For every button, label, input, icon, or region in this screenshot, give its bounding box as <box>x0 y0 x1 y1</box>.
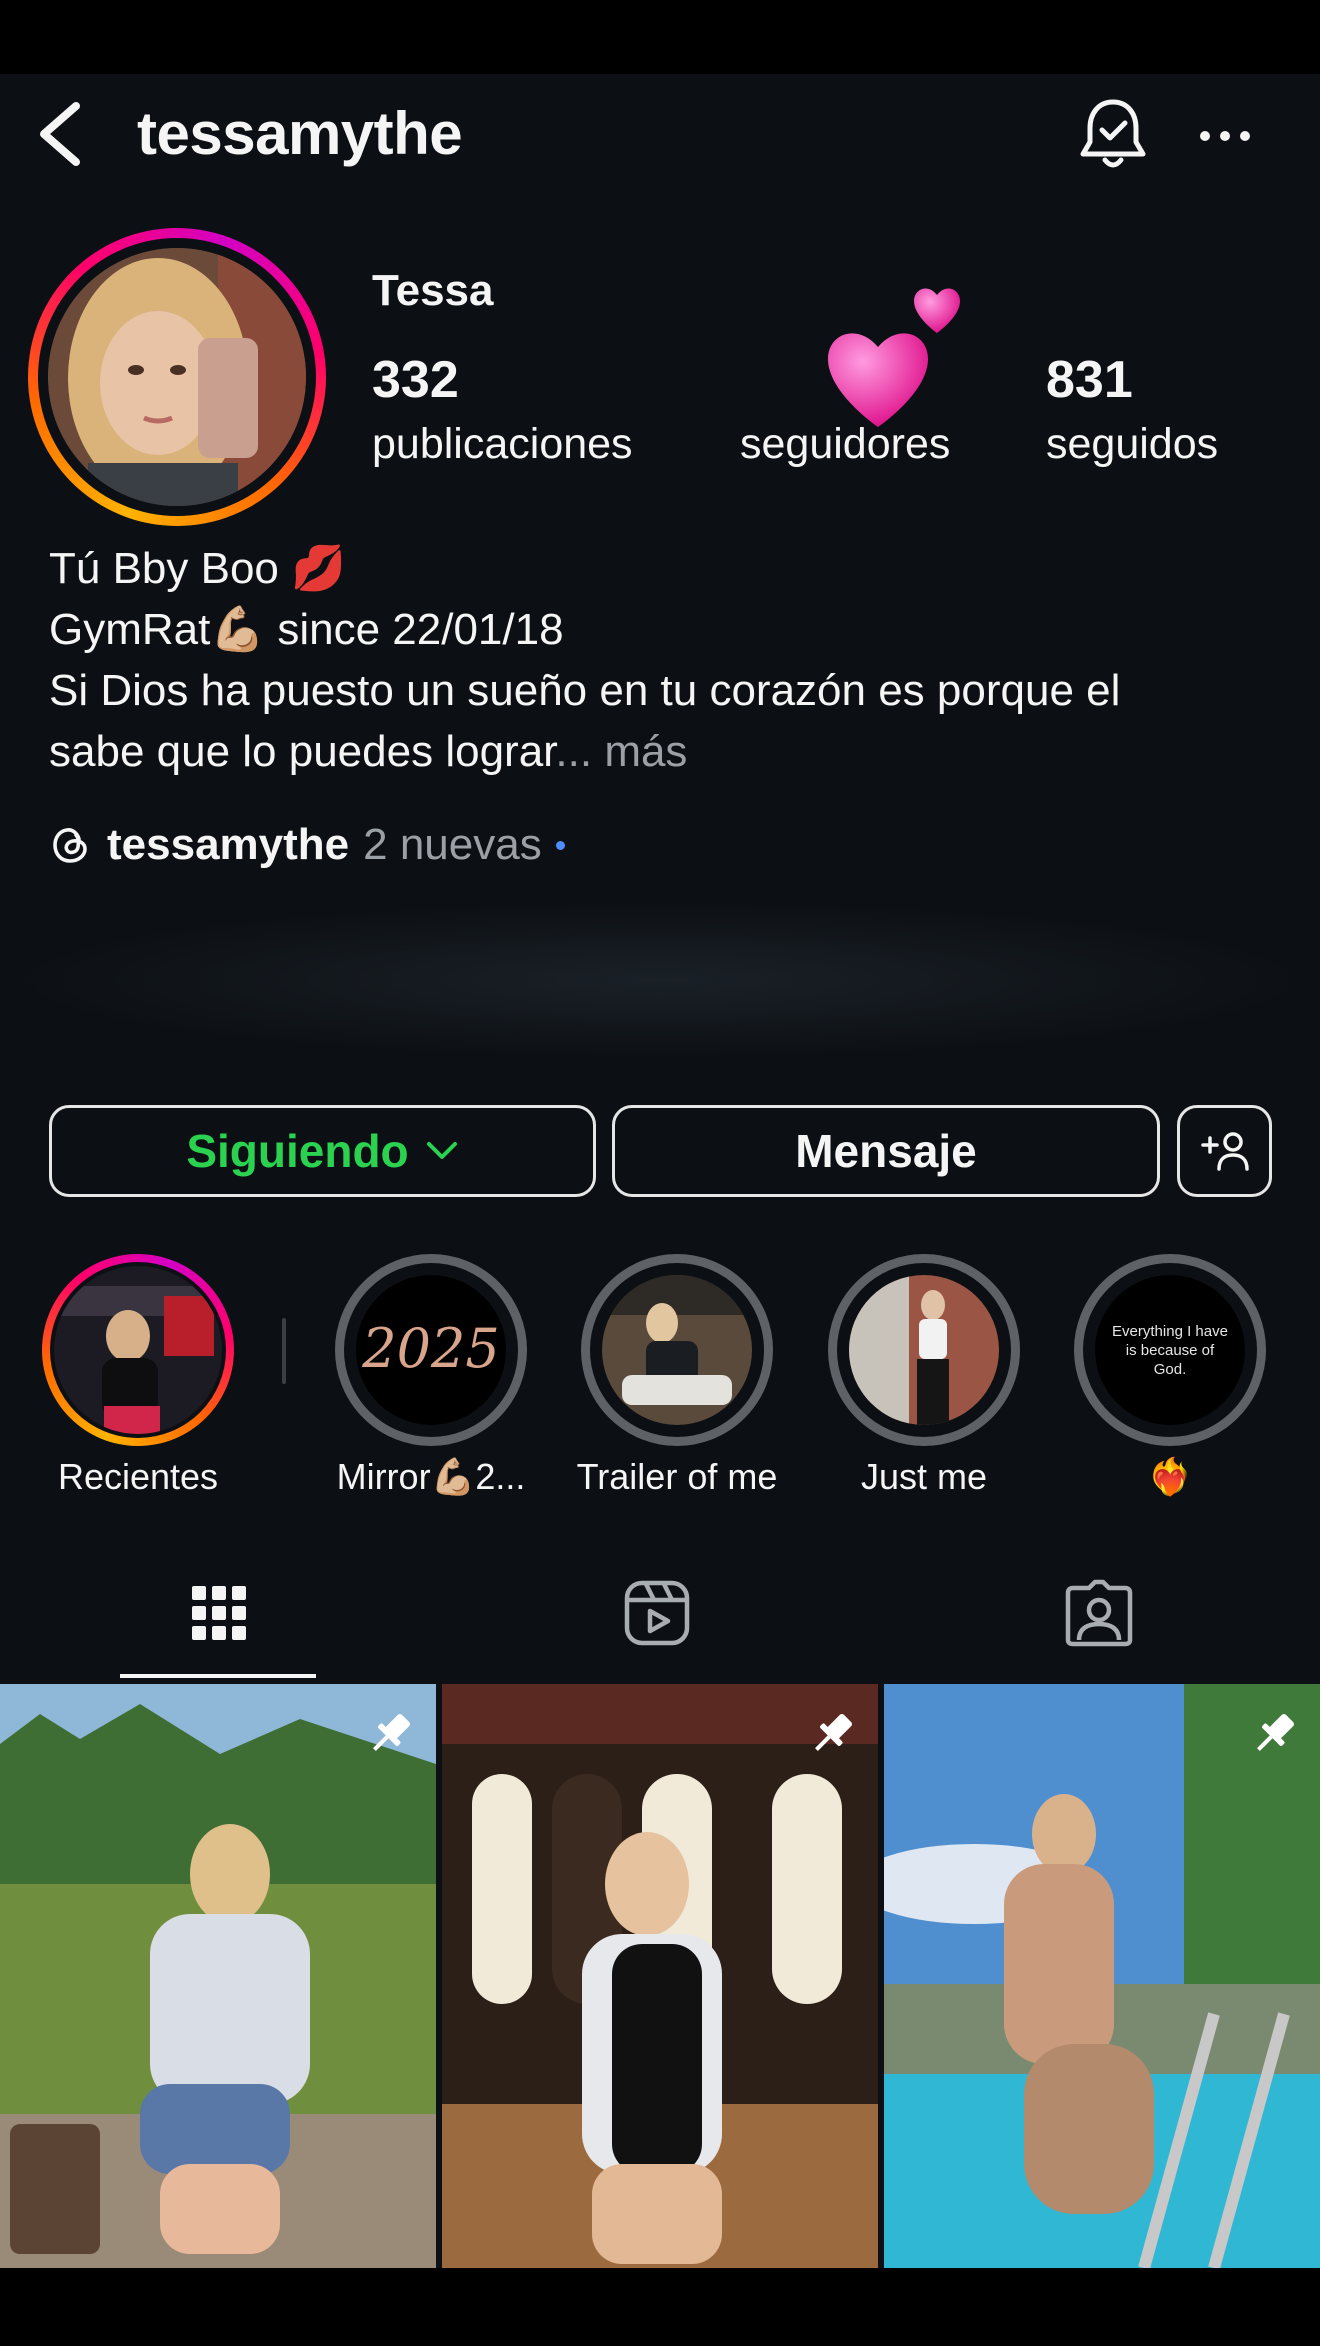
bio-line: Si Dios ha puesto un sueño en tu corazón… <box>49 666 1121 715</box>
grid-post[interactable] <box>0 1684 436 2268</box>
message-button[interactable]: Mensaje <box>612 1105 1160 1197</box>
display-name: Tessa <box>372 266 494 315</box>
bio-line: sabe que lo puedes lograr <box>49 727 556 776</box>
highlight-recientes[interactable] <box>42 1254 234 1446</box>
threads-icon <box>53 828 87 863</box>
new-indicator-dot <box>555 840 565 850</box>
message-button-label: Mensaje <box>795 1125 977 1177</box>
threads-badge[interactable]: tessamythe 2 nuevas <box>49 820 565 870</box>
highlight-label: Mirror💪🏼2... <box>336 1456 526 1497</box>
blurred-region <box>0 900 1320 1060</box>
highlight-cover-text: Everything I have is because of God. <box>1112 1322 1228 1378</box>
following-button[interactable]: Siguiendo <box>49 1105 596 1197</box>
highlight-just-me[interactable] <box>828 1254 1020 1446</box>
chevron-down-icon <box>426 1142 457 1159</box>
following-label[interactable]: seguidos <box>1046 420 1218 469</box>
following-button-label: Siguiendo <box>186 1125 409 1177</box>
profile-avatar[interactable] <box>48 248 306 506</box>
highlight-label: Trailer of me <box>576 1456 778 1497</box>
highlight-heart[interactable]: Everything I have is because of God. <box>1074 1254 1266 1446</box>
highlight-cover: Everything I have is because of God. <box>1095 1275 1245 1425</box>
hearts-sticker-icon <box>828 288 960 427</box>
highlight-cover-text: 2025 <box>362 1317 500 1380</box>
profile-bio: Tú Bby Boo 💋 GymRat💪🏼 since 22/01/18 Si … <box>49 538 1289 782</box>
threads-username: tessamythe <box>107 820 350 869</box>
status-bar <box>0 0 1320 74</box>
grid-icon[interactable] <box>184 1578 254 1648</box>
pin-icon <box>373 1714 410 1751</box>
highlight-mirror[interactable]: 2025 <box>335 1254 527 1446</box>
grid-post[interactable] <box>884 1684 1320 2268</box>
highlights-divider <box>282 1318 286 1384</box>
grid-post[interactable] <box>442 1684 878 2268</box>
active-tab-indicator <box>120 1674 316 1678</box>
highlight-cover <box>602 1275 752 1425</box>
profile-username: tessamythe <box>137 100 463 167</box>
threads-new-count: 2 nuevas <box>363 820 542 869</box>
pin-icon <box>1257 1714 1294 1751</box>
add-person-icon <box>1200 1132 1249 1171</box>
highlight-trailer[interactable] <box>581 1254 773 1446</box>
highlight-label: ❤️‍🔥 <box>1147 1456 1193 1497</box>
highlight-cover <box>54 1266 222 1434</box>
pin-icon <box>815 1714 852 1751</box>
highlight-label: Just me <box>860 1456 988 1497</box>
notifications-bell-icon[interactable] <box>1078 96 1148 172</box>
posts-label[interactable]: publicaciones <box>372 420 633 469</box>
reels-icon[interactable] <box>622 1578 692 1648</box>
bio-ellipsis: ... <box>555 727 593 776</box>
highlight-label: Recientes <box>57 1456 219 1497</box>
back-arrow-icon[interactable] <box>34 98 86 170</box>
bio-line: GymRat💪🏼 since 22/01/18 <box>49 605 564 654</box>
tagged-icon[interactable] <box>1064 1578 1134 1648</box>
suggest-people-button[interactable] <box>1177 1105 1272 1197</box>
following-count[interactable]: 831 <box>1046 350 1133 410</box>
bio-line: Tú Bby Boo 💋 <box>49 544 346 593</box>
posts-count[interactable]: 332 <box>372 350 459 410</box>
more-options-icon[interactable] <box>1195 118 1255 154</box>
highlight-cover <box>849 1275 999 1425</box>
highlight-cover: 2025 <box>356 1275 506 1425</box>
bottom-bar <box>0 2268 1320 2346</box>
bio-more-link[interactable]: más <box>604 727 687 776</box>
